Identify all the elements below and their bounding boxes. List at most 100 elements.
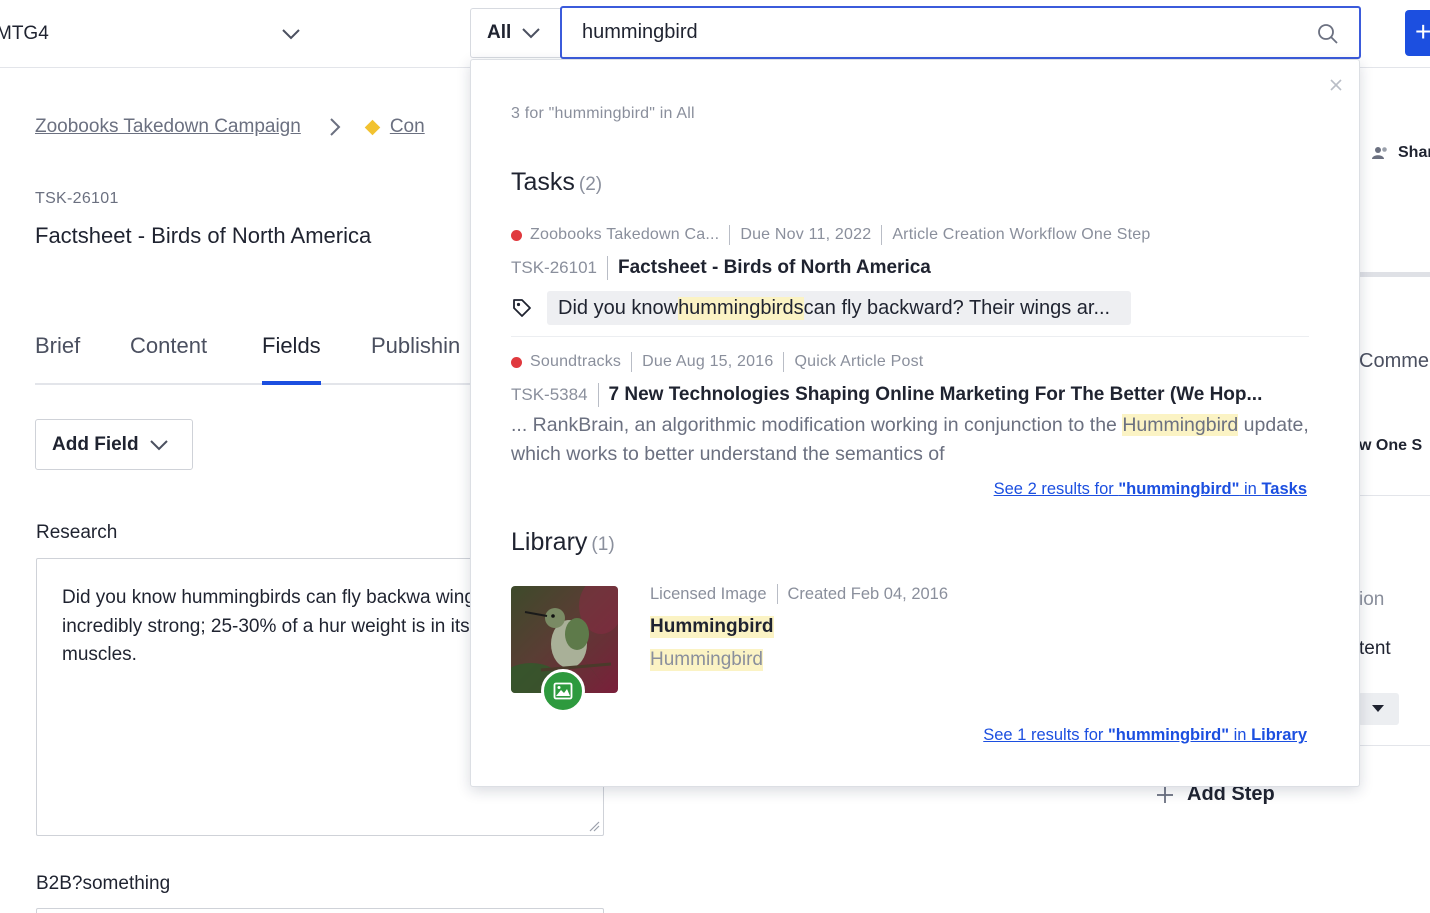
library-result-meta: Licensed Image Created Feb 04, 2016 <box>650 584 948 604</box>
global-search <box>560 6 1361 59</box>
add-field-label: Add Field <box>52 433 139 455</box>
task-result-snippet: Did you know hummingbirds can fly backwa… <box>511 291 1132 325</box>
chevron-right-icon <box>330 118 341 136</box>
asset-created: Created Feb 04, 2016 <box>787 584 949 603</box>
share-label: Shar <box>1398 144 1430 161</box>
caret-down-icon <box>1372 705 1384 712</box>
divider <box>631 352 633 372</box>
chevron-down-icon <box>282 29 300 40</box>
task-result-meta: Zoobooks Takedown Ca... Due Nov 11, 2022… <box>511 225 1150 245</box>
divider <box>607 256 608 280</box>
share-button[interactable]: Shar <box>1372 144 1430 162</box>
link-scope: Library <box>1251 726 1307 744</box>
workflow-option: tent <box>1359 638 1391 659</box>
status-dot <box>511 356 522 368</box>
search-input[interactable] <box>582 21 1282 44</box>
search-icon[interactable] <box>1317 23 1339 45</box>
top-bar: MTG4 All + <box>0 0 1430 68</box>
tag-icon <box>513 299 531 317</box>
snippet-text: can fly backward? Their wings ar... <box>803 296 1111 319</box>
tasks-count: (2) <box>578 174 603 195</box>
close-icon[interactable] <box>1329 78 1343 92</box>
breadcrumb-campaign-link[interactable]: Zoobooks Takedown Campaign <box>35 116 301 138</box>
tab-comments[interactable]: Comme <box>1359 350 1429 373</box>
result-due-date: Due Aug 15, 2016 <box>642 353 774 370</box>
link-scope: Tasks <box>1261 480 1307 498</box>
add-field-button[interactable]: Add Field <box>35 419 193 470</box>
page-title: Factsheet - Birds of North America <box>35 223 372 248</box>
divider <box>1358 495 1430 496</box>
see-all-library-link[interactable]: See 1 results for "hummingbird" in Libra… <box>983 726 1307 745</box>
result-task-id: TSK-26101 <box>511 258 597 277</box>
breadcrumb-content-link[interactable]: Con <box>390 116 425 138</box>
workflow-option: ion <box>1359 589 1385 610</box>
result-title[interactable]: Factsheet - Birds of North America <box>618 257 931 279</box>
link-query: "hummingbird" <box>1107 726 1230 744</box>
image-icon <box>553 682 573 700</box>
divider <box>776 584 778 604</box>
link-text: in <box>1239 480 1262 498</box>
b2b-field[interactable] <box>36 908 604 913</box>
link-text: in <box>1229 726 1252 744</box>
result-campaign: Zoobooks Takedown Ca... <box>530 226 720 243</box>
tasks-section-heading: Tasks (2) <box>511 168 602 197</box>
result-workflow: Quick Article Post <box>794 353 924 370</box>
divider <box>783 352 785 372</box>
workspace-selector[interactable]: MTG4 <box>0 18 306 50</box>
snippet-match: Hummingbird <box>1122 414 1239 436</box>
link-query: "hummingbird" <box>1118 480 1240 498</box>
library-result-subtitle: Hummingbird <box>650 649 763 671</box>
snippet-text: ... RankBrain, an algorithmic modificati… <box>511 414 1123 436</box>
library-heading: Library <box>511 528 588 556</box>
result-task-id: TSK-5384 <box>511 385 588 404</box>
breadcrumb: Zoobooks Takedown Campaign Con <box>35 116 425 138</box>
tasks-heading: Tasks <box>511 168 575 196</box>
search-results-dropdown: 3 for "hummingbird" in All Tasks (2) Zoob… <box>470 59 1360 787</box>
results-summary: 3 for "hummingbird" in All <box>511 105 695 122</box>
snippet-chip[interactable]: Did you know hummingbirds can fly backwa… <box>547 291 1132 325</box>
status-dropdown[interactable] <box>1358 693 1399 725</box>
image-badge <box>541 669 585 713</box>
workspace-name: MTG4 <box>0 23 49 44</box>
search-scope-select[interactable]: All <box>470 8 560 58</box>
b2b-label: B2B?something <box>36 873 171 894</box>
divider <box>1358 745 1430 746</box>
panel-divider <box>1358 272 1430 277</box>
task-result-meta: Soundtracks Due Aug 15, 2016 Quick Artic… <box>511 352 923 372</box>
search-scope-label: All <box>487 22 512 43</box>
result-workflow: Article Creation Workflow One Step <box>892 226 1151 243</box>
create-button[interactable]: + <box>1405 10 1430 56</box>
divider <box>597 383 599 407</box>
asset-type: Licensed Image <box>650 584 767 603</box>
tab-content[interactable]: Content <box>130 333 207 383</box>
snippet-text: Did you know <box>558 296 679 319</box>
chevron-down-icon <box>149 439 168 450</box>
task-id: TSK-26101 <box>35 190 119 207</box>
task-result-title-row[interactable]: TSK-5384 7 New Technologies Shaping Onli… <box>511 383 1262 407</box>
plus-icon <box>1157 786 1173 803</box>
link-text: See 1 results for <box>983 726 1108 744</box>
task-result-title-row[interactable]: TSK-26101 Factsheet - Birds of North Ame… <box>511 256 931 280</box>
library-result-title[interactable]: Hummingbird <box>650 616 774 638</box>
link-text: See 2 results for <box>993 480 1119 498</box>
snippet-match: hummingbirds <box>678 296 804 320</box>
status-dot <box>511 229 522 241</box>
tab-publishing[interactable]: Publishin <box>371 333 460 383</box>
library-count: (1) <box>591 534 615 555</box>
result-title[interactable]: 7 New Technologies Shaping Online Market… <box>609 384 1263 406</box>
tab-fields[interactable]: Fields <box>262 333 321 385</box>
resize-handle-icon[interactable] <box>588 820 600 832</box>
see-all-tasks-link[interactable]: See 2 results for "hummingbird" in Tasks <box>994 480 1307 499</box>
result-due-date: Due Nov 11, 2022 <box>740 226 872 243</box>
divider <box>729 225 731 245</box>
divider <box>881 225 883 245</box>
result-campaign: Soundtracks <box>530 353 622 370</box>
chevron-down-icon <box>522 28 540 39</box>
users-icon <box>1372 147 1387 159</box>
task-result-snippet: ... RankBrain, an algorithmic modificati… <box>511 411 1311 468</box>
task-tabs: Brief Content Fields Publishin <box>35 333 471 385</box>
content-type-icon <box>364 119 381 135</box>
divider <box>511 336 1309 337</box>
tab-brief[interactable]: Brief <box>35 333 80 383</box>
library-section-heading: Library (1) <box>511 528 615 557</box>
